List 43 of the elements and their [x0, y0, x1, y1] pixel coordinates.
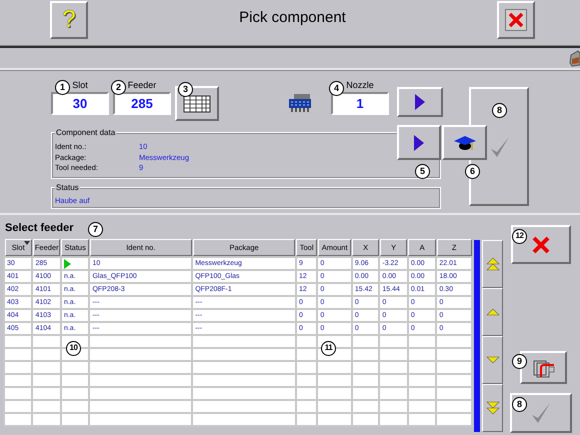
page-down-button[interactable] — [482, 384, 503, 432]
callout-number: 5 — [415, 164, 430, 179]
play-icon — [413, 134, 425, 152]
callout-number: 6 — [465, 164, 480, 179]
feeder-list-button[interactable] — [175, 86, 219, 121]
machine-icon — [288, 93, 312, 113]
copy-button[interactable] — [520, 351, 567, 384]
callout-number: 2 — [111, 80, 126, 95]
group-title: Component data — [55, 127, 116, 139]
down-icon — [486, 356, 500, 364]
confirm-button[interactable] — [510, 393, 572, 433]
table-icon — [183, 94, 211, 112]
number-field[interactable]: 30 — [51, 92, 109, 115]
callout-number: 4 — [329, 81, 344, 96]
cancel-button[interactable] — [511, 225, 571, 264]
page-down-icon — [486, 401, 500, 415]
up-icon — [486, 308, 500, 316]
card-reader-icon — [568, 49, 580, 67]
close-icon — [505, 9, 527, 31]
teach-button[interactable] — [442, 125, 487, 160]
next-button[interactable] — [397, 125, 441, 160]
graduation-cap-icon — [452, 134, 476, 152]
field-label: Feeder — [128, 80, 156, 90]
sort-icon — [24, 241, 30, 245]
window-title: Pick component — [238, 8, 347, 28]
close-button[interactable] — [497, 1, 535, 39]
copy-icon — [532, 358, 556, 378]
number-field[interactable]: 285 — [113, 92, 171, 115]
down-button[interactable] — [482, 336, 503, 384]
play-icon — [414, 93, 426, 111]
callout-number: 3 — [178, 82, 193, 97]
callout-number: 1 — [55, 80, 70, 95]
close-icon — [532, 236, 550, 254]
page-up-icon — [486, 257, 500, 271]
number-field[interactable]: 1 — [331, 92, 389, 115]
page-up-button[interactable] — [482, 240, 503, 288]
field-label: Slot — [72, 80, 88, 90]
callout-number: 9 — [512, 354, 527, 369]
table-title: Select feeder — [5, 222, 74, 234]
next-nozzle-button[interactable] — [397, 87, 443, 117]
up-button[interactable] — [482, 288, 503, 336]
callout-number: 7 — [88, 222, 103, 237]
field-label: Nozzle — [346, 80, 374, 90]
